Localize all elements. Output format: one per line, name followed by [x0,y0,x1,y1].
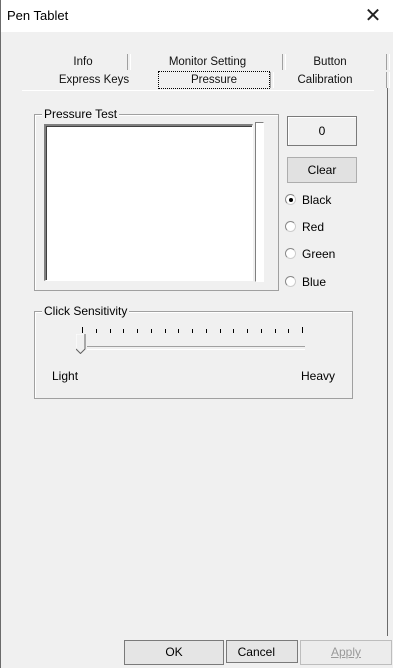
slider-tick [192,329,193,333]
slider-min-label: Light [52,369,79,383]
slider-tick [247,329,248,333]
panel-top-edge [22,90,374,91]
slider-tick [233,329,235,333]
click-sensitivity-label: Click Sensitivity [42,304,130,318]
tab-express-keys[interactable]: Express Keys [38,72,150,88]
dialog-footer: OK Cancel Apply [0,637,393,668]
window-title: Pen Tablet [7,8,69,23]
tab-calibration[interactable]: Calibration [285,72,365,88]
tab-divider [386,72,390,88]
pen-tablet-dialog: Pen Tablet ✕ Info Monitor Setting Button… [0,0,393,668]
slider-tick [109,329,111,333]
radio-unchecked-icon [285,248,296,259]
apply-button: Apply [300,640,392,665]
radio-unchecked-icon [285,276,296,287]
radio-blue-label: Blue [302,275,327,289]
title-bar: Pen Tablet ✕ [1,0,393,32]
slider-tick [274,329,276,333]
pressure-level-bar [255,122,264,282]
sensitivity-slider-track[interactable] [87,346,305,350]
tab-info[interactable]: Info [42,54,124,70]
pressure-test-label: Pressure Test [42,107,120,121]
slider-tick [150,329,152,333]
pressure-value: 0 [287,116,357,146]
panel-right-edge [387,88,388,636]
slider-tick [205,329,207,333]
slider-tick [137,329,138,333]
slider-tick [288,329,290,333]
slider-tick [302,327,303,333]
tab-pressure[interactable]: Pressure [158,71,270,89]
radio-unchecked-icon [285,221,296,232]
tab-divider [127,54,131,70]
clear-button[interactable]: Clear [287,157,357,183]
close-icon[interactable]: ✕ [353,0,393,32]
slider-tick [260,329,262,333]
tab-button[interactable]: Button [300,54,360,70]
tab-divider [282,54,286,70]
tab-divider [386,54,390,70]
slider-tick [178,329,180,333]
cancel-button[interactable]: Cancel [226,640,298,663]
tab-monitor-setting[interactable]: Monitor Setting [150,54,265,70]
click-sensitivity-group [34,311,353,399]
slider-tick [164,329,166,333]
radio-green-label: Green [302,247,336,261]
slider-tick [95,329,97,333]
slider-tick [123,329,125,333]
radio-red-label: Red [302,220,325,234]
slider-tick [219,329,221,333]
tab-divider [270,72,274,88]
pressure-test-canvas[interactable] [44,124,253,281]
sensitivity-slider-thumb[interactable] [76,334,86,354]
radio-checked-icon [285,194,296,205]
slider-max-label: Heavy [301,369,336,383]
ok-button[interactable]: OK [124,640,224,665]
radio-black-label: Black [302,193,332,207]
slider-tick [82,327,83,333]
